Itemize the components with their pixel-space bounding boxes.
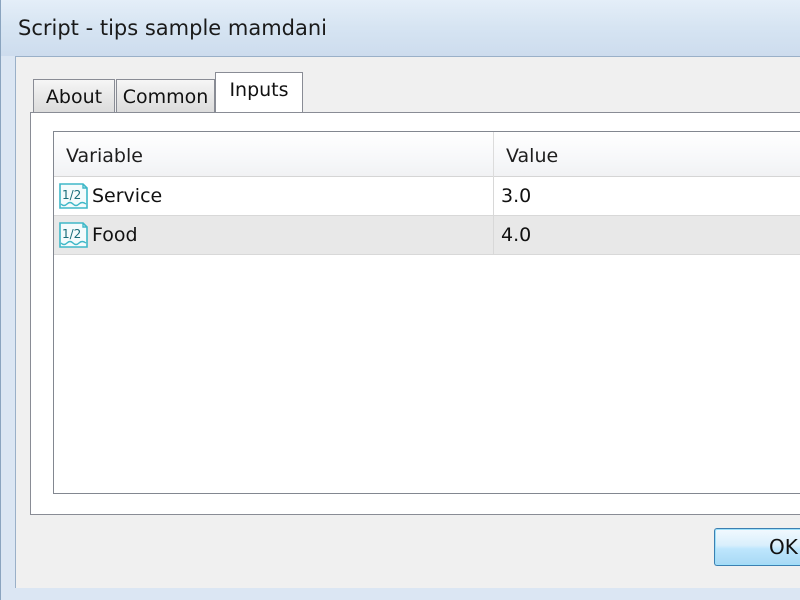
tab-about[interactable]: About (33, 79, 115, 112)
column-header-variable[interactable]: Variable (54, 132, 494, 177)
window-title: Script - tips sample mamdani (18, 16, 328, 40)
ok-button-label: OK (769, 535, 798, 559)
fraction-variable-icon: 1/2 (59, 183, 88, 209)
variable-name: Food (92, 224, 138, 246)
fraction-variable-icon: 1/2 (59, 222, 88, 248)
column-header-variable-label: Variable (66, 145, 143, 167)
table-row[interactable]: 1/2 Service 3.0 (54, 177, 800, 216)
ok-button[interactable]: OK (714, 528, 800, 566)
tab-common-label: Common (122, 86, 209, 108)
table-row[interactable]: 1/2 Food 4.0 (54, 216, 800, 255)
tab-inputs-label: Inputs (229, 79, 289, 101)
svg-text:1/2: 1/2 (62, 188, 81, 202)
variable-cell[interactable]: 1/2 Food (54, 216, 494, 254)
variable-name: Service (92, 185, 163, 207)
grid-header: Variable Value (54, 132, 800, 177)
tab-inputs[interactable]: Inputs (215, 72, 303, 112)
column-header-value[interactable]: Value (494, 132, 800, 177)
variable-cell[interactable]: 1/2 Service (54, 177, 494, 215)
inputs-grid[interactable]: Variable Value 1/2 Service 3.0 1/2 Food … (53, 131, 800, 494)
value-cell[interactable]: 3.0 (494, 177, 800, 215)
svg-text:1/2: 1/2 (62, 227, 81, 241)
tab-common[interactable]: Common (116, 79, 215, 112)
title-bar[interactable]: Script - tips sample mamdani (1, 0, 800, 56)
dialog-client-area: About Common Inputs Variable Value 1/2 S… (15, 56, 800, 588)
inputs-tab-panel: Variable Value 1/2 Service 3.0 1/2 Food … (30, 112, 800, 515)
dialog-window: Script - tips sample mamdani About Commo… (0, 0, 800, 600)
column-header-value-label: Value (506, 145, 559, 167)
tab-about-label: About (45, 86, 103, 108)
value-cell[interactable]: 4.0 (494, 216, 800, 254)
